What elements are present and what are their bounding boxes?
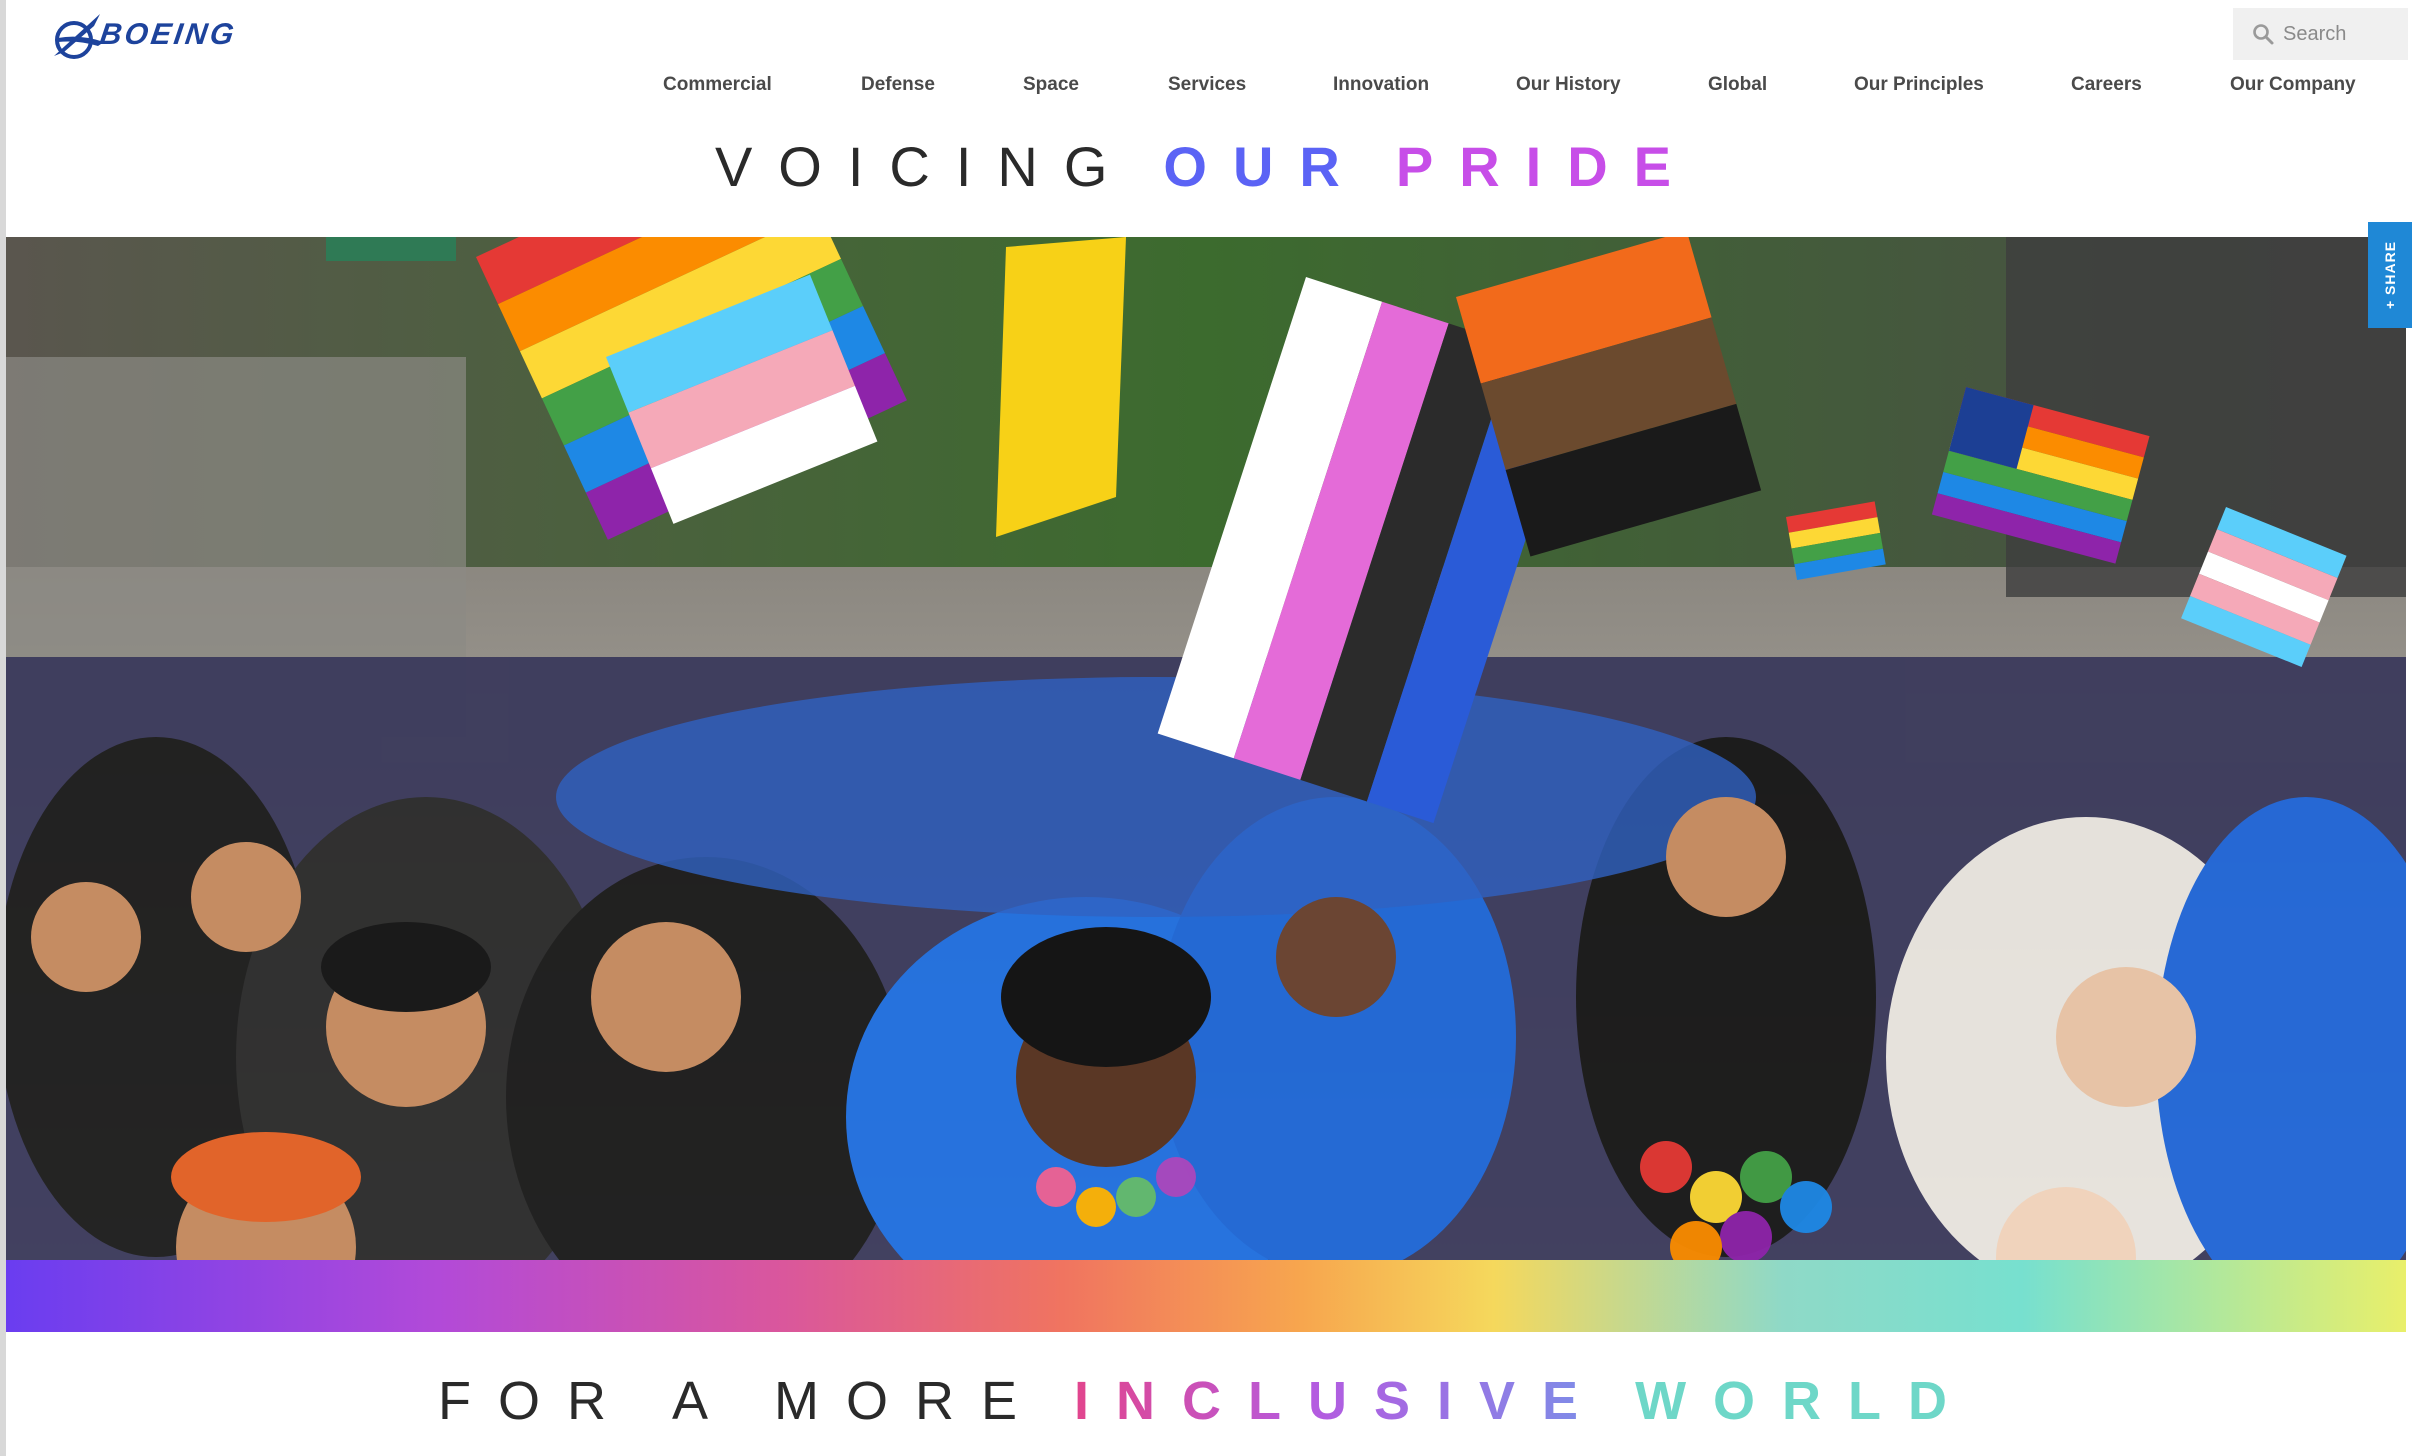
nav-item-our-history[interactable]: Our History [1516, 74, 1621, 96]
tagline-world: WORLD [1635, 1371, 1975, 1431]
share-label: + SHARE [2382, 240, 2399, 310]
nav-item-our-principles[interactable]: Our Principles [1854, 74, 1984, 96]
page-tagline: FOR A MORE INCLUSIVE WORLD [0, 1370, 2412, 1432]
nav-item-commercial[interactable]: Commercial [663, 74, 772, 96]
rainbow-gradient-bar [6, 1260, 2406, 1332]
headline-our: OUR [1163, 135, 1366, 198]
nav-item-innovation[interactable]: Innovation [1333, 74, 1429, 96]
boeing-logo[interactable]: BOEING [50, 6, 310, 64]
tagline-for-a-more: FOR A MORE [437, 1371, 1045, 1431]
nav-item-our-company[interactable]: Our Company [2230, 74, 2356, 96]
search-icon [2253, 24, 2274, 45]
page-headline: VOICING OUR PRIDE [0, 134, 2412, 199]
pride-parade-photo [6, 237, 2406, 1260]
headline-voicing: VOICING [714, 135, 1134, 198]
boeing-logo-icon [54, 14, 104, 59]
headline-pride: PRIDE [1395, 135, 1698, 198]
search-box[interactable] [2233, 8, 2408, 60]
share-button[interactable]: + SHARE [2368, 222, 2412, 328]
nav-item-space[interactable]: Space [1023, 74, 1079, 96]
hero-image [6, 237, 2406, 1260]
search-input[interactable] [2283, 22, 2403, 46]
nav-item-careers[interactable]: Careers [2071, 74, 2142, 96]
tagline-inclusive: INCLUSIVE [1074, 1371, 1606, 1431]
nav-item-defense[interactable]: Defense [861, 74, 935, 96]
nav-item-global[interactable]: Global [1708, 74, 1767, 96]
logo-wordmark: BOEING [97, 18, 239, 51]
nav-item-services[interactable]: Services [1168, 74, 1246, 96]
main-nav: Commercial Defense Space Services Innova… [0, 74, 2412, 106]
